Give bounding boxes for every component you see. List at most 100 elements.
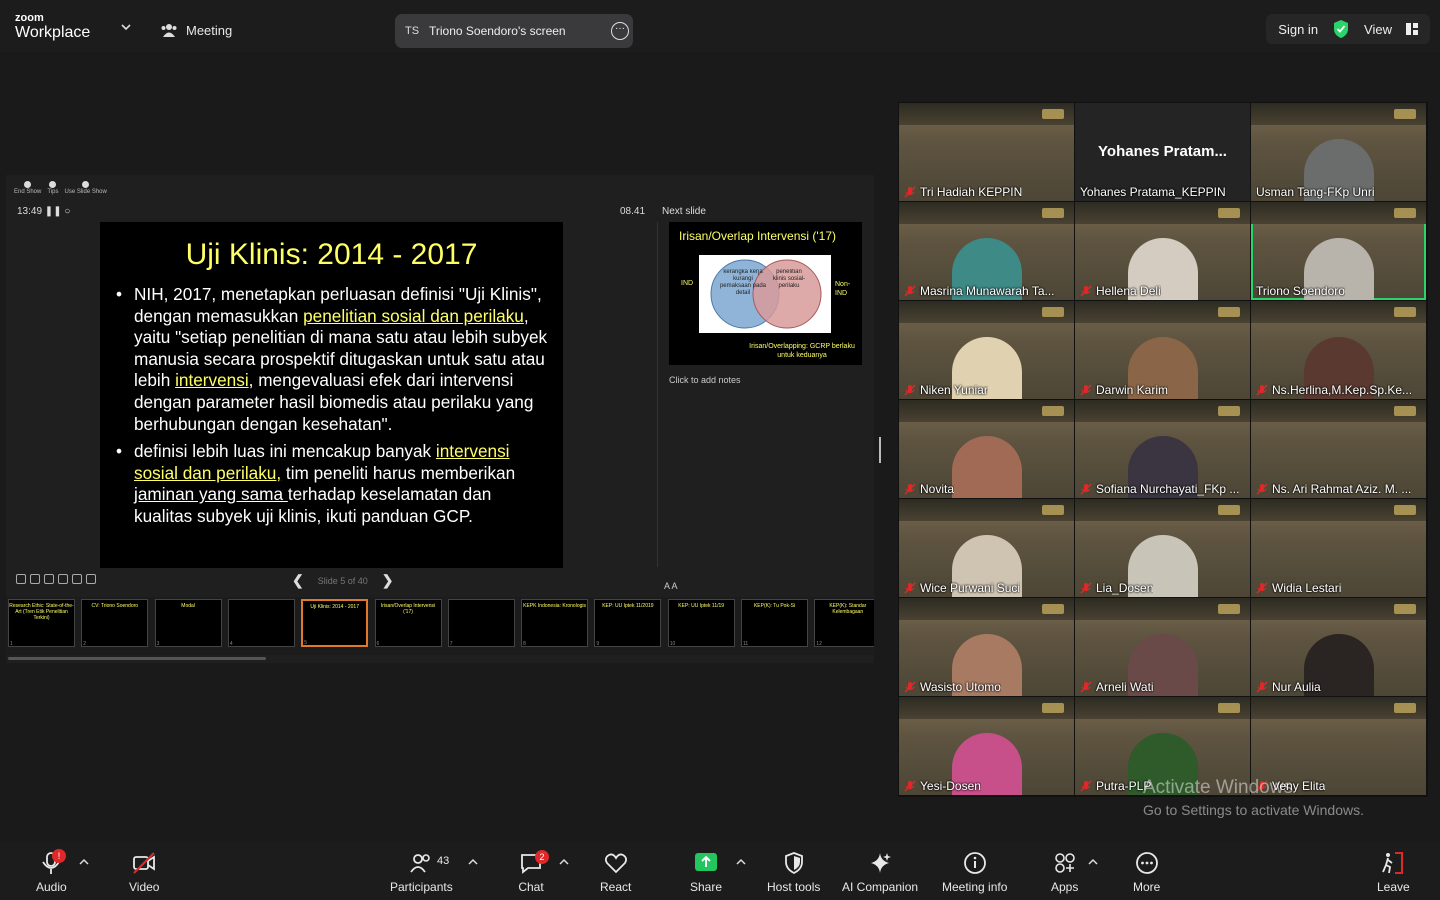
participant-tile[interactable]: Novita	[899, 400, 1074, 498]
meeting-info-button[interactable]: Meeting info	[942, 850, 1007, 894]
participant-tile[interactable]: Nur Aulia	[1251, 598, 1426, 696]
slide-thumbnail[interactable]: KEP: UU Iptek 11/2019 9	[594, 599, 662, 647]
participant-name: Hellena Deli	[1096, 284, 1161, 298]
thumbnail-title: KEP: UU Iptek 11/2019	[602, 603, 654, 609]
tips-button[interactable]: Tips	[47, 181, 58, 195]
slide-thumbnail[interactable]: CV: Triono Soendoro 2	[81, 599, 149, 647]
thumbnail-scrollbar[interactable]	[8, 657, 266, 660]
participant-tile[interactable]: Ns. Ari Rahmat Aziz. M. ...	[1251, 400, 1426, 498]
top-bar: zoom Workplace Meeting TS Triono Soendor…	[0, 0, 1440, 52]
screen-share-indicator[interactable]: TS Triono Soendoro's screen ···	[395, 14, 633, 48]
meeting-menu[interactable]: Meeting	[160, 22, 232, 38]
bullet-2: definisi lebih luas ini mencakup banyak …	[114, 441, 549, 527]
participant-tile[interactable]: Lia_Dosen	[1075, 499, 1250, 597]
participant-name: Novita	[920, 482, 955, 496]
notes-font-size-controls[interactable]: A A	[664, 581, 678, 591]
pen-icon[interactable]	[16, 574, 26, 584]
participant-name-label: Masrina Munawarah Ta...	[904, 284, 1055, 298]
participant-name-label: Ns. Ari Rahmat Aziz. M. ...	[1256, 482, 1411, 496]
sharer-initials: TS	[404, 25, 420, 37]
thumbnail-title: Uji Klinis: 2014 - 2017	[310, 604, 359, 610]
brand-name: Workplace	[15, 24, 91, 41]
ai-companion-button[interactable]: AI Companion	[842, 850, 918, 894]
prev-slide-icon[interactable]: ❮	[292, 572, 304, 589]
participant-tile[interactable]: Usman Tang-FKp Unri	[1251, 103, 1426, 201]
gallery-resize-handle[interactable]	[879, 437, 881, 463]
slide-thumbnail[interactable]: 4	[227, 599, 295, 647]
chat-label: Chat	[518, 880, 544, 894]
audio-options-caret-icon[interactable]	[79, 858, 89, 866]
participant-tile[interactable]: Niken Yuniar	[899, 301, 1074, 399]
apps-options-caret-icon[interactable]	[1088, 858, 1098, 866]
slide-thumbnail[interactable]: KEP: UU Iptek 11/19 10	[667, 599, 735, 647]
more-icon[interactable]	[86, 574, 96, 584]
thumbnail-number: 1	[10, 641, 13, 647]
slide-bullets: NIH, 2017, menetapkan perluasan definisi…	[114, 284, 549, 528]
share-button[interactable]: Share	[690, 850, 722, 894]
participant-tile[interactable]: Tri Hadiah KEPPIN	[899, 103, 1074, 201]
pane-divider[interactable]	[657, 222, 658, 567]
camera-icon[interactable]	[72, 574, 82, 584]
venn-diagram: kerangka kerja kurangi pemaksaan pada de…	[699, 255, 831, 333]
slide-thumbnail[interactable]: Irisan/Overlap Intervensi ('17) 6	[374, 599, 442, 647]
participant-name: Ns. Ari Rahmat Aziz. M. ...	[1272, 482, 1412, 496]
thumbnail-number: 8	[523, 641, 526, 647]
thumbnail-title: KEPK Indonesia: Kronologis	[523, 603, 586, 609]
use-slide-show-button[interactable]: Use Slide Show	[64, 181, 107, 195]
slide-thumbnail[interactable]: Modal 3	[154, 599, 222, 647]
slide-thumbnail[interactable]: KEP(K): Tu Pok-Si 11	[741, 599, 808, 647]
sign-in-button[interactable]: Sign in	[1278, 22, 1318, 37]
speaker-notes[interactable]: Click to add notes	[669, 375, 741, 385]
slide-thumbnail[interactable]: Uji Klinis: 2014 - 2017 5	[301, 599, 369, 647]
react-button[interactable]: React	[600, 850, 631, 894]
participant-tile[interactable]: Wice Purwani Suci	[899, 499, 1074, 597]
next-slide-icon[interactable]: ❯	[382, 572, 394, 589]
see-all-slides-icon[interactable]	[44, 574, 54, 584]
participant-name: Masrina Munawarah Ta...	[920, 284, 1055, 298]
participant-name-label: Usman Tang-FKp Unri	[1256, 185, 1375, 199]
slide-thumbnail[interactable]: KEPK Indonesia: Kronologis 8	[521, 599, 589, 647]
subtitles-icon[interactable]	[58, 574, 68, 584]
participants-options-caret-icon[interactable]	[468, 858, 478, 866]
share-options-caret-icon[interactable]	[736, 858, 746, 866]
participant-tile[interactable]: Hellena Deli	[1075, 202, 1250, 300]
host-tools-button[interactable]: Host tools	[767, 850, 820, 894]
slide-thumbnail[interactable]: KEP(K): Standar Kelembagaan 12	[814, 599, 874, 647]
security-shield-icon[interactable]	[1332, 19, 1350, 39]
more-options-icon[interactable]: ···	[611, 22, 629, 40]
muted-mic-icon	[904, 186, 916, 198]
participant-tile[interactable]: Wasisto Utomo	[899, 598, 1074, 696]
thumbnail-number: 3	[156, 641, 160, 647]
participant-tile[interactable]: Yohanes Pratam... Yohanes Pratama_KEPPIN	[1075, 103, 1250, 201]
more-label: More	[1133, 880, 1161, 894]
slide-thumbnail[interactable]: 7	[447, 599, 515, 647]
end-show-button[interactable]: End Show	[14, 181, 41, 195]
more-button[interactable]: More	[1133, 850, 1160, 894]
participant-tile[interactable]: Triono Soendoro	[1251, 202, 1426, 300]
thumbnail-title: CV: Triono Soendoro	[91, 603, 139, 609]
participant-name-label: Yohanes Pratama_KEPPIN	[1080, 185, 1226, 199]
participant-tile[interactable]: Masrina Munawarah Ta...	[899, 202, 1074, 300]
leave-button[interactable]: Leave	[1377, 850, 1410, 894]
participant-tile[interactable]: Widia Lestari	[1251, 499, 1426, 597]
apps-button[interactable]: Apps	[1051, 850, 1078, 894]
participant-tile[interactable]: Sofiana Nurchayati_FKp ...	[1075, 400, 1250, 498]
chat-options-caret-icon[interactable]	[559, 858, 569, 866]
audio-label: Audio	[36, 880, 67, 894]
video-button[interactable]: Video	[129, 850, 159, 894]
zoom-icon[interactable]	[30, 574, 40, 584]
view-button[interactable]: View	[1364, 22, 1392, 37]
participant-name: Yesi-Dosen	[920, 779, 981, 793]
keppin-logo	[1042, 307, 1064, 317]
keppin-logo	[1218, 406, 1240, 416]
participant-tile[interactable]: Ns.Herlina,M.Kep.Sp.Ke...	[1251, 301, 1426, 399]
next-slide-preview: Irisan/Overlap Intervensi ('17) IND kera…	[669, 222, 862, 365]
participant-name-label: Nur Aulia	[1256, 680, 1321, 694]
grid-view-icon[interactable]	[1406, 23, 1418, 35]
chevron-down-icon[interactable]	[121, 22, 131, 32]
participant-name: Wasisto Utomo	[920, 680, 1001, 694]
participant-tile[interactable]: Yesi-Dosen	[899, 697, 1074, 795]
participant-tile[interactable]: Arneli Wati	[1075, 598, 1250, 696]
slide-thumbnail[interactable]: Research Ethic: State-of-the-Art (Tren E…	[8, 599, 75, 647]
participant-tile[interactable]: Darwin Karim	[1075, 301, 1250, 399]
